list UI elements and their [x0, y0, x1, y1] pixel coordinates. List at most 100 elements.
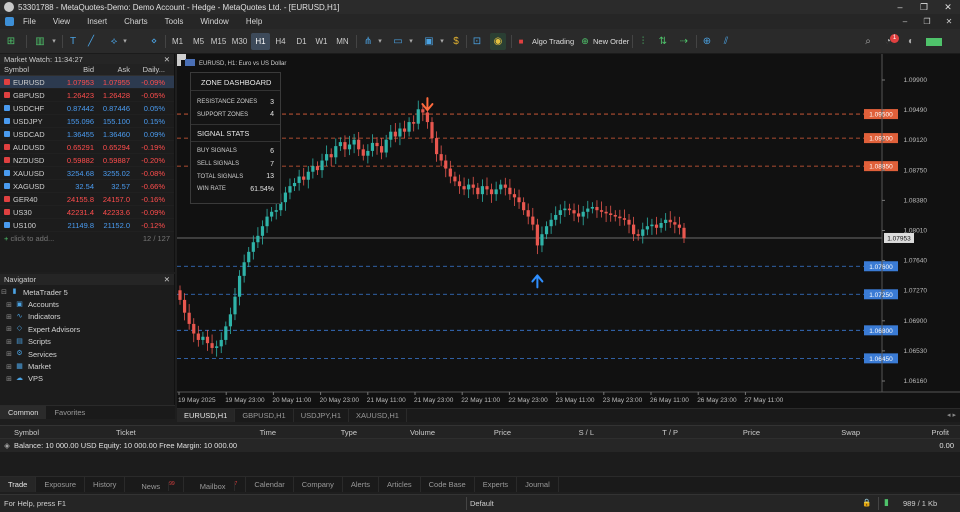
col-volume[interactable]: Volume: [357, 428, 435, 437]
col-ticket[interactable]: Ticket: [116, 428, 216, 437]
chart-tab-usdjpy[interactable]: USDJPY,H1: [294, 409, 349, 422]
market-watch-row[interactable]: USDCAD 1.36455 1.36460 0.09%: [0, 128, 174, 141]
col-bid[interactable]: Bid: [58, 65, 94, 74]
trendline-tool-icon[interactable]: ╱: [84, 33, 98, 50]
new-order-button[interactable]: New Order: [593, 33, 629, 50]
template-dropdown-icon[interactable]: ▾: [407, 33, 415, 50]
tab-journal[interactable]: Journal: [517, 477, 559, 492]
market-icon[interactable]: $: [450, 33, 462, 50]
depth-of-market-icon[interactable]: ⫶: [636, 33, 650, 50]
chart-bars-icon[interactable]: ⋔: [361, 33, 375, 50]
status-profile[interactable]: Default: [470, 499, 494, 508]
market-watch-close-icon[interactable]: ✕: [164, 55, 170, 64]
tab-experts[interactable]: Experts: [475, 477, 518, 492]
expand-icon[interactable]: ⊞: [5, 350, 13, 358]
timeframe-d1[interactable]: D1: [292, 33, 311, 50]
tab-calendar[interactable]: Calendar: [246, 477, 294, 492]
market-watch-row[interactable]: US100 21149.8 21152.0 -0.12%: [0, 219, 174, 232]
col-daily-change[interactable]: Daily...: [130, 65, 169, 74]
chart-tab-xauusd[interactable]: XAUUSD,H1: [349, 409, 407, 422]
tile-windows-icon[interactable]: ⊡: [470, 33, 484, 50]
market-watch-row[interactable]: US30 42231.4 42233.6 -0.09%: [0, 206, 174, 219]
new-chart-icon[interactable]: ⊞: [4, 33, 18, 50]
tab-articles[interactable]: Articles: [379, 477, 421, 492]
market-watch-row[interactable]: NZDUSD 0.59882 0.59887 -0.20%: [0, 154, 174, 167]
child-close-button[interactable]: ✕: [938, 14, 960, 29]
menu-help[interactable]: Help: [246, 17, 262, 26]
col-sl[interactable]: S / L: [511, 428, 594, 437]
menu-view[interactable]: View: [53, 17, 70, 26]
expand-icon[interactable]: ⊞: [5, 301, 13, 309]
objects-list-icon[interactable]: ⋄: [146, 33, 162, 50]
market-watch-row[interactable]: USDCHF 0.87442 0.87446 0.05%: [0, 102, 174, 115]
market-watch-row[interactable]: GER40 24155.8 24157.0 -0.16%: [0, 193, 174, 206]
timeframe-mn[interactable]: MN: [333, 33, 352, 50]
navigator-item[interactable]: ⊞ ∿ Indicators: [0, 311, 174, 323]
chart-tabs-scroll-icon[interactable]: ◂ ▸: [947, 409, 956, 422]
timeframe-w1[interactable]: W1: [312, 33, 331, 50]
chart-bars-dropdown-icon[interactable]: ▾: [376, 33, 384, 50]
timeframe-m5[interactable]: M5: [189, 33, 208, 50]
col-open-price[interactable]: Price: [435, 428, 511, 437]
click-to-add[interactable]: + click to add...: [4, 234, 54, 243]
expand-icon[interactable]: ⊞: [5, 313, 13, 321]
tab-favorites[interactable]: Favorites: [46, 406, 93, 419]
expand-icon[interactable]: ⊞: [5, 363, 13, 371]
expand-icon[interactable]: ⊞: [5, 338, 13, 346]
col-ask[interactable]: Ask: [94, 65, 130, 74]
chart-shift-icon[interactable]: ⫽: [719, 33, 733, 50]
expand-icon[interactable]: ⊞: [5, 375, 13, 383]
col-swap[interactable]: Swap: [760, 428, 860, 437]
expand-icon[interactable]: ⊞: [5, 325, 13, 333]
minimize-button[interactable]: –: [888, 0, 912, 14]
signals-icon[interactable]: ◉: [490, 33, 506, 50]
text-tool-icon[interactable]: T: [66, 33, 80, 50]
navigator-item[interactable]: ⊞ ▦ Market: [0, 360, 174, 372]
navigator-item[interactable]: ⊟ ▮ MetaTrader 5: [0, 286, 174, 298]
chart-window[interactable]: EURUSD, H1: Euro vs US Dollar 1.09500 1.0…: [177, 54, 960, 408]
shapes-dropdown-icon[interactable]: ▾: [121, 33, 129, 50]
col-type[interactable]: Type: [276, 428, 357, 437]
chart-tab-eurusd[interactable]: EURUSD,H1: [177, 409, 236, 422]
navigator-close-icon[interactable]: ✕: [164, 275, 170, 284]
menu-window[interactable]: Window: [200, 17, 228, 26]
chart-tab-gbpusd[interactable]: GBPUSD,H1: [235, 409, 294, 422]
algo-trading-icon[interactable]: ■: [516, 33, 526, 50]
timeframe-m15[interactable]: M15: [208, 33, 229, 50]
connection-status-icon[interactable]: [926, 38, 942, 46]
menu-tools[interactable]: Tools: [165, 17, 184, 26]
col-time[interactable]: Time: [216, 428, 276, 437]
timeframe-m30[interactable]: M30: [229, 33, 250, 50]
timeframe-h1[interactable]: H1: [251, 33, 270, 50]
tab-trade[interactable]: Trade: [0, 477, 37, 492]
chart-type-dropdown-icon[interactable]: ▾: [50, 33, 58, 50]
market-watch-row[interactable]: AUDUSD 0.65291 0.65294 -0.19%: [0, 141, 174, 154]
col-tp[interactable]: T / P: [594, 428, 678, 437]
tab-code-base[interactable]: Code Base: [421, 477, 475, 492]
market-watch-row[interactable]: EURUSD 1.07953 1.07955 -0.09%: [0, 76, 174, 89]
tab-company[interactable]: Company: [294, 477, 343, 492]
price-chart[interactable]: EURUSD, H1: Euro vs US Dollar 1.09500 1.0…: [177, 54, 960, 408]
indicators-button-icon[interactable]: ▣: [421, 33, 437, 50]
menu-charts[interactable]: Charts: [124, 17, 148, 26]
market-watch-row[interactable]: GBPUSD 1.26423 1.26428 -0.05%: [0, 89, 174, 102]
bar-chart-icon[interactable]: ▥: [32, 33, 48, 50]
indicators-dropdown-icon[interactable]: ▾: [438, 33, 446, 50]
market-watch-row[interactable]: XAGUSD 32.54 32.57 -0.66%: [0, 180, 174, 193]
shapes-tool-icon[interactable]: ⟡: [107, 33, 121, 50]
child-minimize-button[interactable]: –: [894, 14, 916, 29]
tab-news[interactable]: News 99: [125, 477, 184, 492]
navigator-item[interactable]: ⊞ ☁ VPS: [0, 373, 174, 385]
menu-file[interactable]: File: [23, 17, 36, 26]
menu-insert[interactable]: Insert: [87, 17, 107, 26]
tab-exposure[interactable]: Exposure: [36, 477, 86, 492]
timeframe-h4[interactable]: H4: [271, 33, 290, 50]
child-restore-button[interactable]: ❐: [916, 14, 938, 29]
zoom-in-icon[interactable]: ⊕: [700, 33, 714, 50]
navigator-item[interactable]: ⊞ ▣ Accounts: [0, 298, 174, 310]
close-button[interactable]: ✕: [936, 0, 960, 14]
search-icon[interactable]: ⌕: [861, 33, 875, 50]
community-icon[interactable]: ◐: [904, 33, 918, 50]
col-symbol-trade[interactable]: Symbol: [0, 428, 116, 437]
new-order-icon[interactable]: ⊕: [580, 33, 590, 50]
